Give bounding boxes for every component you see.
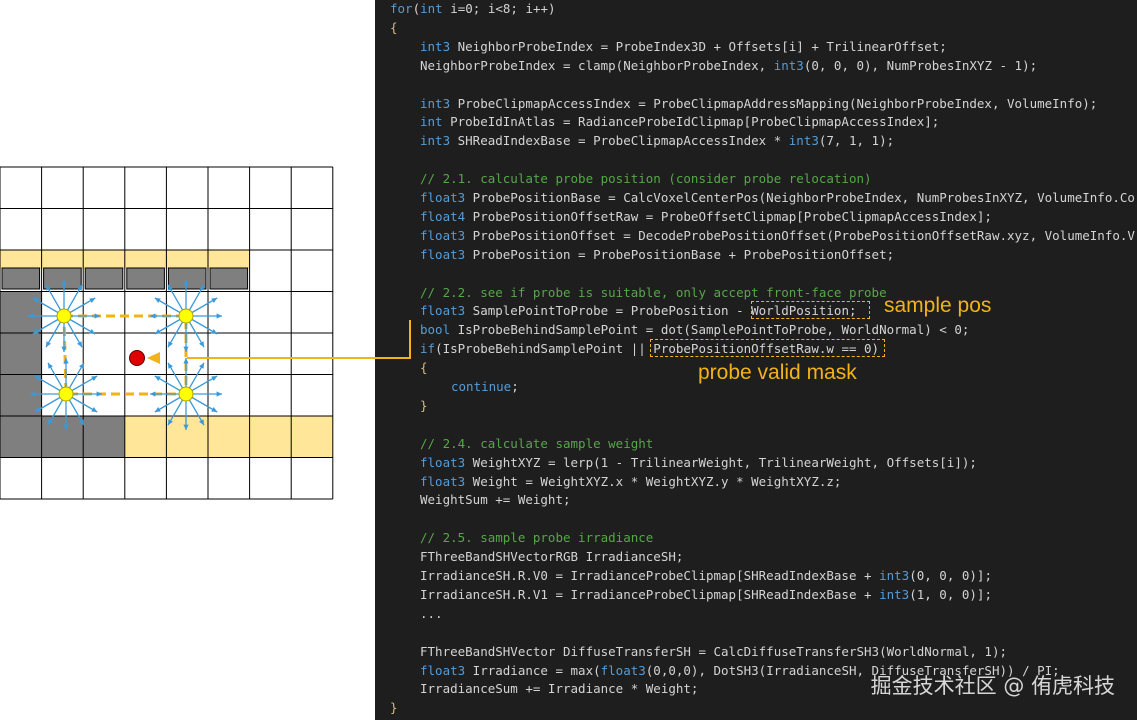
code-line: FThreeBandSHVector DiffuseTransferSH = C…: [420, 643, 1007, 659]
code-line: float4 ProbePositionOffsetRaw = ProbeOff…: [420, 208, 992, 224]
code-line: int3 NeighborProbeIndex = ProbeIndex3D +…: [420, 38, 947, 54]
wall-dark-left: [0, 291, 42, 416]
wall-dark-block: [84, 267, 124, 290]
wall-dark-block: [209, 267, 249, 290]
code-keyword: float3: [420, 246, 466, 262]
code-keyword: int: [420, 114, 443, 130]
code-line: int3 ProbeClipmapAccessIndex = ProbeClip…: [420, 95, 1098, 111]
probe-icon: [56, 308, 72, 324]
code-keyword: int3: [879, 586, 910, 602]
code-line: ...: [420, 605, 443, 621]
code-keyword: int3: [788, 133, 819, 149]
probe-icon: [178, 308, 194, 324]
code-keyword: int3: [420, 133, 451, 149]
code-keyword: float3: [420, 227, 466, 243]
code-comment-line: // 2.4. calculate sample weight: [420, 435, 654, 451]
code-line: }: [420, 397, 428, 413]
probe-grid-diagram: [0, 166, 334, 500]
watermark: 掘金技术社区 @ 侑虎科技: [870, 674, 1115, 698]
code-keyword: float3: [420, 454, 466, 470]
wall-light-bottom: [124, 416, 333, 458]
code-line: float3 WeightXYZ = lerp(1 - TrilinearWei…: [420, 454, 977, 470]
code-keyword: bool: [420, 322, 451, 338]
code-line: IrradianceSH.R.V1 = IrradianceProbeClipm…: [420, 586, 992, 602]
code-line: IrradianceSH.R.V0 = IrradianceProbeClipm…: [420, 568, 992, 583]
code-keyword: int3: [879, 568, 910, 583]
code-line: int ProbeIdInAtlas = RadianceProbeIdClip…: [420, 114, 940, 130]
code-comment-line: // 2.5. sample probe irradiance: [420, 530, 654, 546]
probe-valid-mask-label: probe valid mask: [698, 361, 857, 384]
code-panel: for(int i=0; i<8; i++) { int3 NeighborProb…: [375, 0, 1137, 720]
code-keyword: if: [420, 341, 436, 357]
code-line: int3 SHReadIndexBase = ProbeClipmapAcces…: [420, 133, 895, 149]
code-line: float3 Weight = WeightXYZ.x * WeightXYZ.…: [420, 473, 842, 489]
code-line: {: [420, 360, 428, 376]
code-comment-line: // 2.2. see if probe is suitable, only a…: [420, 284, 887, 300]
code-line: NeighborProbeIndex = clamp(NeighborProbe…: [420, 57, 1038, 73]
code-line: float3 ProbePositionOffset = DecodeProbe…: [420, 227, 1135, 243]
code-keyword: float3: [420, 662, 466, 678]
code-line: for(int i=0; i<8; i++): [390, 1, 556, 16]
wall-dark-block: [167, 267, 207, 290]
wall-dark-block: [126, 267, 165, 290]
code-line: float3 ProbePositionBase = CalcVoxelCent…: [420, 190, 1135, 205]
code-line: bool IsProbeBehindSamplePoint = dot(Samp…: [420, 322, 970, 338]
code-keyword: float3: [420, 190, 466, 205]
code-line: WeightSum += Weight;: [420, 492, 571, 508]
probe-icon: [58, 386, 74, 402]
code-keyword: int3: [420, 38, 451, 54]
code-keyword: int: [420, 1, 443, 16]
probe-valid-mask-highlight-box: [650, 339, 885, 357]
sample-pos-highlight-box: [751, 301, 870, 319]
wall-dark-block: [43, 267, 82, 290]
wall-dark-bottom: [0, 416, 125, 458]
code-keyword: float3: [600, 662, 646, 678]
code-keyword: float3: [420, 303, 466, 319]
code-keyword: int3: [773, 57, 804, 73]
wall-dark-block: [1, 267, 41, 290]
code-keyword: continue: [451, 379, 512, 394]
probe-icon: [178, 386, 194, 402]
code-line: FThreeBandSHVectorRGB IrradianceSH;: [420, 549, 684, 565]
code-keyword: float4: [420, 208, 466, 224]
code-keyword: int3: [420, 95, 451, 111]
code-keyword: for: [390, 1, 413, 16]
code-keyword: float3: [420, 473, 466, 489]
code-line: IrradianceSum += Irradiance * Weight;: [420, 681, 699, 697]
sample-point-icon: [129, 350, 145, 366]
code-comment-line: // 2.1. calculate probe position (consid…: [420, 171, 872, 187]
code-line: }: [390, 700, 398, 716]
code-line: {: [390, 19, 398, 35]
code-line: continue;: [451, 379, 519, 394]
code-line: float3 ProbePosition = ProbePositionBase…: [420, 246, 895, 262]
sample-pos-label: sample pos: [884, 294, 992, 317]
